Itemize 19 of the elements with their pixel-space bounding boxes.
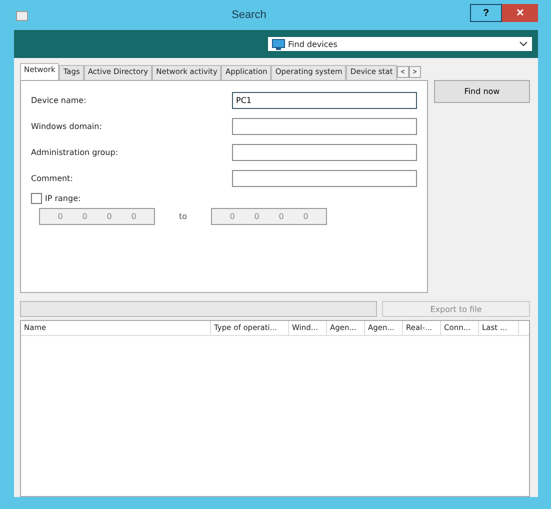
window-icon: [16, 11, 28, 21]
checkbox[interactable]: [31, 193, 42, 204]
field-label: Device name:: [31, 96, 86, 104]
field-label: Comment:: [31, 174, 73, 182]
chevron-down-icon: [519, 41, 528, 47]
field-label: Administration group:: [31, 148, 118, 156]
checkbox-label: IP range:: [45, 194, 81, 203]
text-field[interactable]: [232, 170, 417, 186]
text-field[interactable]: PC1: [232, 92, 417, 108]
close-button[interactable]: ✕: [502, 4, 538, 22]
range-separator: to: [178, 212, 188, 221]
monitor-icon: [272, 38, 285, 50]
window-title: Search: [230, 9, 268, 21]
find-now-button[interactable]: Find now: [434, 80, 530, 103]
text-field[interactable]: [232, 144, 417, 160]
field-label: Windows domain:: [31, 122, 102, 130]
text-field[interactable]: [232, 118, 417, 134]
help-button[interactable]: ?: [470, 4, 502, 22]
mode-dropdown[interactable]: Find devices: [268, 37, 532, 51]
